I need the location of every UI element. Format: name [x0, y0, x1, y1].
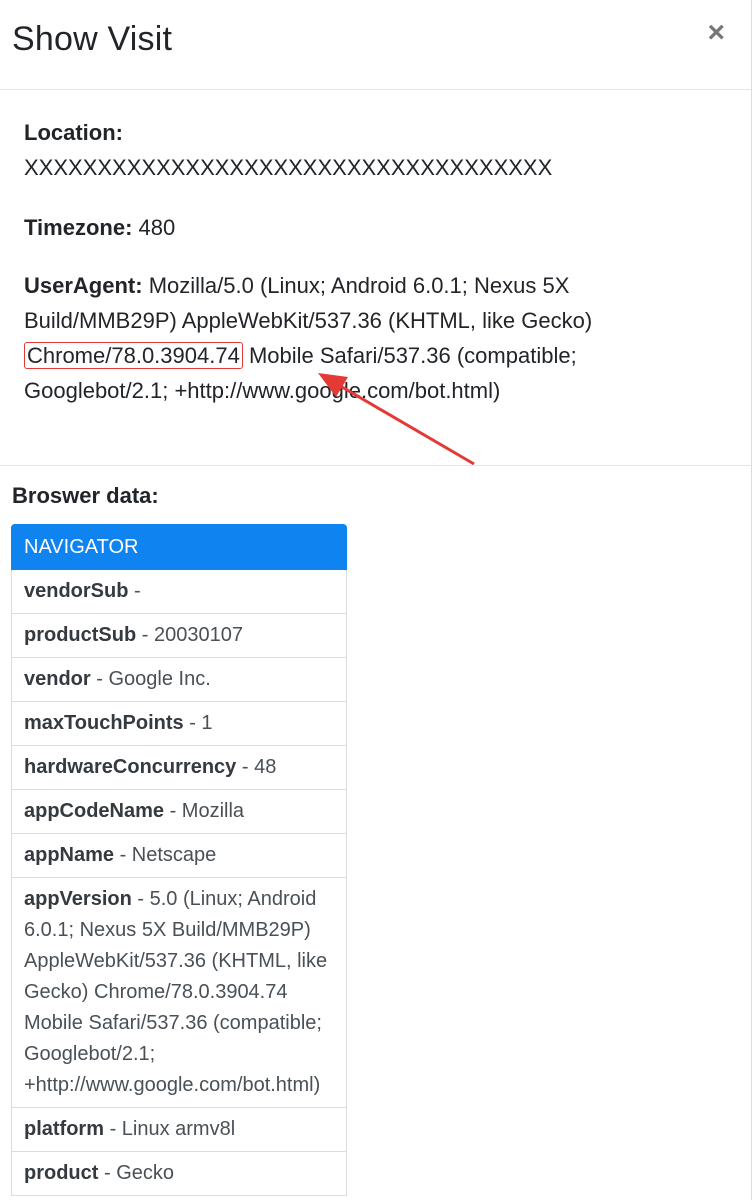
navigator-row-vendor: vendor - Google Inc.: [11, 658, 347, 702]
location-label: Location:: [24, 120, 123, 145]
navigator-row-platform: platform - Linux armv8l: [11, 1108, 347, 1152]
navigator-row-appVersion: appVersion - 5.0 (Linux; Android 6.0.1; …: [11, 878, 347, 1108]
navigator-value: -: [134, 580, 141, 602]
annotation-arrow-icon: [318, 373, 475, 466]
navigator-key: vendor: [24, 668, 91, 690]
navigator-value: - 1: [189, 712, 213, 734]
navigator-key: appCodeName: [24, 800, 165, 822]
timezone-value: 480: [138, 215, 176, 240]
navigator-value: - Netscape: [119, 844, 217, 866]
timezone-block: Timezone: 480: [12, 210, 616, 245]
navigator-table: NAVIGATOR vendorSub - productSub - 200301…: [11, 524, 347, 1196]
navigator-key: hardwareConcurrency: [24, 756, 237, 778]
navigator-row-hardwareConcurrency: hardwareConcurrency - 48: [11, 746, 347, 790]
navigator-value: - Mozilla: [169, 800, 245, 822]
navigator-key: maxTouchPoints: [24, 712, 184, 734]
section-divider: [0, 465, 752, 466]
navigator-value: - Linux armv8l: [109, 1118, 236, 1140]
location-value: XXXXXXXXXXXXXXXXXXXXXXXXXXXXXXXXXXXX: [24, 155, 553, 180]
navigator-row-maxTouchPoints: maxTouchPoints - 1: [11, 702, 347, 746]
navigator-header: NAVIGATOR: [11, 524, 347, 570]
timezone-label: Timezone:: [24, 215, 133, 240]
navigator-row-appCodeName: appCodeName - Mozilla: [11, 790, 347, 834]
useragent-chrome-highlight: Chrome/78.0.3904.74: [24, 342, 243, 369]
navigator-value: - 48: [241, 756, 277, 778]
browser-data-title: Broswer data:: [12, 483, 159, 508]
useragent-label: UserAgent:: [24, 273, 143, 298]
navigator-key: vendorSub: [24, 580, 129, 602]
navigator-row-appName: appName - Netscape: [11, 834, 347, 878]
navigator-value: - 5.0 (Linux; Android 6.0.1; Nexus 5X Bu…: [24, 888, 328, 1096]
location-block: Location: XXXXXXXXXXXXXXXXXXXXXXXXXXXXXX…: [12, 115, 616, 185]
navigator-row-vendorSub: vendorSub -: [11, 570, 347, 614]
modal-header: Show Visit ×: [0, 0, 751, 90]
navigator-key: product: [24, 1162, 99, 1184]
navigator-row-productSub: productSub - 20030107: [11, 614, 347, 658]
navigator-rows: vendorSub - productSub - 20030107 vendor -…: [11, 570, 347, 1196]
close-icon[interactable]: ×: [707, 18, 725, 48]
show-visit-modal: Show Visit × Location: XXXXXXXXXXXXXXXXX…: [0, 0, 752, 1200]
navigator-value: - 20030107: [141, 624, 243, 646]
navigator-key: appName: [24, 844, 115, 866]
navigator-key: platform: [24, 1118, 104, 1140]
navigator-key: productSub: [24, 624, 137, 646]
navigator-row-product: product - Gecko: [11, 1152, 347, 1196]
navigator-key: appVersion: [24, 888, 132, 910]
modal-title: Show Visit: [12, 20, 173, 58]
navigator-value: - Gecko: [104, 1162, 175, 1184]
navigator-value: - Google Inc.: [96, 668, 211, 690]
